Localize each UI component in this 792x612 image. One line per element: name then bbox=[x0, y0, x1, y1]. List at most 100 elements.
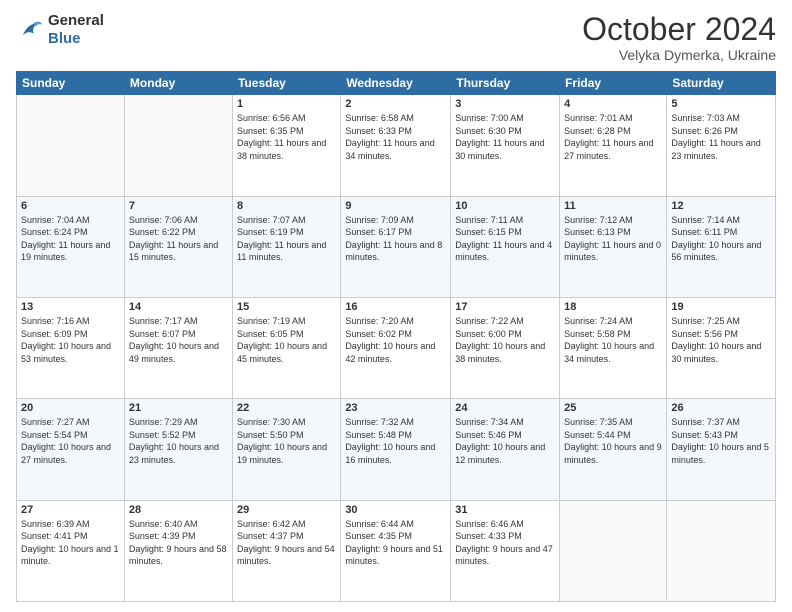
table-row: 22 Sunrise: 7:30 AMSunset: 5:50 PMDayligh… bbox=[233, 399, 341, 500]
day-number: 2 bbox=[345, 98, 446, 110]
day-number: 31 bbox=[455, 504, 555, 516]
day-number: 28 bbox=[129, 504, 228, 516]
day-info: Sunrise: 7:29 AMSunset: 5:52 PMDaylight:… bbox=[129, 416, 228, 466]
header-thursday: Thursday bbox=[451, 72, 560, 95]
day-number: 6 bbox=[21, 200, 120, 212]
logo-text: General Blue bbox=[48, 12, 104, 48]
logo-general: General bbox=[48, 12, 104, 30]
header-wednesday: Wednesday bbox=[341, 72, 451, 95]
table-row: 4 Sunrise: 7:01 AMSunset: 6:28 PMDaylight… bbox=[560, 95, 667, 196]
day-info: Sunrise: 7:35 AMSunset: 5:44 PMDaylight:… bbox=[564, 416, 662, 466]
day-number: 25 bbox=[564, 402, 662, 414]
table-row: 25 Sunrise: 7:35 AMSunset: 5:44 PMDayligh… bbox=[560, 399, 667, 500]
day-info: Sunrise: 7:11 AMSunset: 6:15 PMDaylight:… bbox=[455, 214, 555, 264]
day-number: 19 bbox=[671, 301, 771, 313]
table-row: 11 Sunrise: 7:12 AMSunset: 6:13 PMDayligh… bbox=[560, 196, 667, 297]
day-info: Sunrise: 7:03 AMSunset: 6:26 PMDaylight:… bbox=[671, 112, 771, 162]
header-saturday: Saturday bbox=[667, 72, 776, 95]
table-row: 15Sunrise: 7:19 AMSunset: 6:05 PMDayligh… bbox=[233, 297, 341, 398]
day-number: 30 bbox=[345, 504, 446, 516]
table-row: 26 Sunrise: 7:37 AMSunset: 5:43 PMDayligh… bbox=[667, 399, 776, 500]
day-number: 9 bbox=[345, 200, 446, 212]
day-info: Sunrise: 7:01 AMSunset: 6:28 PMDaylight:… bbox=[564, 112, 662, 162]
day-info: Sunrise: 7:12 AMSunset: 6:13 PMDaylight:… bbox=[564, 214, 662, 264]
day-number: 26 bbox=[671, 402, 771, 414]
calendar-week-row: 6 Sunrise: 7:04 AMSunset: 6:24 PMDaylight… bbox=[17, 196, 776, 297]
page: General Blue October 2024 Velyka Dymerka… bbox=[0, 0, 792, 612]
table-row: 6 Sunrise: 7:04 AMSunset: 6:24 PMDaylight… bbox=[17, 196, 125, 297]
calendar-week-row: 20 Sunrise: 7:27 AMSunset: 5:54 PMDayligh… bbox=[17, 399, 776, 500]
table-row: 3 Sunrise: 7:00 AMSunset: 6:30 PMDaylight… bbox=[451, 95, 560, 196]
table-row: 16 Sunrise: 7:20 AMSunset: 6:02 PMDayligh… bbox=[341, 297, 451, 398]
table-row: 5 Sunrise: 7:03 AMSunset: 6:26 PMDaylight… bbox=[667, 95, 776, 196]
month-title: October 2024 bbox=[582, 12, 776, 47]
day-info: Sunrise: 7:20 AMSunset: 6:02 PMDaylight:… bbox=[345, 315, 446, 365]
day-number: 3 bbox=[455, 98, 555, 110]
day-info: Sunrise: 7:16 AMSunset: 6:09 PMDaylight:… bbox=[21, 315, 120, 365]
table-row: 21 Sunrise: 7:29 AMSunset: 5:52 PMDayligh… bbox=[124, 399, 232, 500]
table-row: 19 Sunrise: 7:25 AMSunset: 5:56 PMDayligh… bbox=[667, 297, 776, 398]
day-info: Sunrise: 6:42 AMSunset: 4:37 PMDaylight:… bbox=[237, 518, 336, 568]
location-subtitle: Velyka Dymerka, Ukraine bbox=[582, 47, 776, 63]
table-row: 18 Sunrise: 7:24 AMSunset: 5:58 PMDayligh… bbox=[560, 297, 667, 398]
calendar-week-row: 27 Sunrise: 6:39 AMSunset: 4:41 PMDayligh… bbox=[17, 500, 776, 601]
table-row: 30 Sunrise: 6:44 AMSunset: 4:35 PMDayligh… bbox=[341, 500, 451, 601]
day-info: Sunrise: 7:30 AMSunset: 5:50 PMDaylight:… bbox=[237, 416, 336, 466]
logo: General Blue bbox=[16, 12, 104, 48]
day-info: Sunrise: 6:44 AMSunset: 4:35 PMDaylight:… bbox=[345, 518, 446, 568]
logo-blue: Blue bbox=[48, 30, 104, 48]
day-number: 23 bbox=[345, 402, 446, 414]
day-info: Sunrise: 6:40 AMSunset: 4:39 PMDaylight:… bbox=[129, 518, 228, 568]
table-row bbox=[667, 500, 776, 601]
header-friday: Friday bbox=[560, 72, 667, 95]
table-row: 28 Sunrise: 6:40 AMSunset: 4:39 PMDayligh… bbox=[124, 500, 232, 601]
table-row: 7Sunrise: 7:06 AMSunset: 6:22 PMDaylight… bbox=[124, 196, 232, 297]
day-info: Sunrise: 6:56 AMSunset: 6:35 PMDaylight:… bbox=[237, 112, 336, 162]
table-row: 20 Sunrise: 7:27 AMSunset: 5:54 PMDayligh… bbox=[17, 399, 125, 500]
table-row bbox=[124, 95, 232, 196]
day-number: 11 bbox=[564, 200, 662, 212]
day-number: 27 bbox=[21, 504, 120, 516]
day-number: 4 bbox=[564, 98, 662, 110]
table-row: 27 Sunrise: 6:39 AMSunset: 4:41 PMDayligh… bbox=[17, 500, 125, 601]
logo-icon bbox=[16, 16, 44, 44]
day-number: 12 bbox=[671, 200, 771, 212]
day-number: 1 bbox=[237, 98, 336, 110]
day-number: 22 bbox=[237, 402, 336, 414]
day-info: Sunrise: 7:14 AMSunset: 6:11 PMDaylight:… bbox=[671, 214, 771, 264]
table-row: 1 Sunrise: 6:56 AMSunset: 6:35 PMDaylight… bbox=[233, 95, 341, 196]
day-number: 8 bbox=[237, 200, 336, 212]
day-info: Sunrise: 7:00 AMSunset: 6:30 PMDaylight:… bbox=[455, 112, 555, 162]
table-row: 9Sunrise: 7:09 AMSunset: 6:17 PMDaylight… bbox=[341, 196, 451, 297]
table-row: 12 Sunrise: 7:14 AMSunset: 6:11 PMDayligh… bbox=[667, 196, 776, 297]
day-info: Sunrise: 7:25 AMSunset: 5:56 PMDaylight:… bbox=[671, 315, 771, 365]
day-number: 20 bbox=[21, 402, 120, 414]
day-info: Sunrise: 7:17 AMSunset: 6:07 PMDaylight:… bbox=[129, 315, 228, 365]
table-row: 24Sunrise: 7:34 AMSunset: 5:46 PMDayligh… bbox=[451, 399, 560, 500]
calendar-week-row: 1 Sunrise: 6:56 AMSunset: 6:35 PMDaylight… bbox=[17, 95, 776, 196]
day-number: 16 bbox=[345, 301, 446, 313]
day-number: 24 bbox=[455, 402, 555, 414]
day-number: 5 bbox=[671, 98, 771, 110]
day-info: Sunrise: 6:39 AMSunset: 4:41 PMDaylight:… bbox=[21, 518, 120, 568]
table-row: 10 Sunrise: 7:11 AMSunset: 6:15 PMDayligh… bbox=[451, 196, 560, 297]
header: General Blue October 2024 Velyka Dymerka… bbox=[16, 12, 776, 63]
day-info: Sunrise: 7:27 AMSunset: 5:54 PMDaylight:… bbox=[21, 416, 120, 466]
table-row: 8Sunrise: 7:07 AMSunset: 6:19 PMDaylight… bbox=[233, 196, 341, 297]
table-row: 14 Sunrise: 7:17 AMSunset: 6:07 PMDayligh… bbox=[124, 297, 232, 398]
day-info: Sunrise: 7:37 AMSunset: 5:43 PMDaylight:… bbox=[671, 416, 771, 466]
title-area: October 2024 Velyka Dymerka, Ukraine bbox=[582, 12, 776, 63]
table-row: 17Sunrise: 7:22 AMSunset: 6:00 PMDayligh… bbox=[451, 297, 560, 398]
calendar-table: Sunday Monday Tuesday Wednesday Thursday… bbox=[16, 71, 776, 602]
day-number: 14 bbox=[129, 301, 228, 313]
table-row bbox=[17, 95, 125, 196]
day-info: Sunrise: 7:04 AMSunset: 6:24 PMDaylight:… bbox=[21, 214, 120, 264]
day-info: Sunrise: 7:22 AMSunset: 6:00 PMDaylight:… bbox=[455, 315, 555, 365]
day-number: 18 bbox=[564, 301, 662, 313]
table-row: 23Sunrise: 7:32 AMSunset: 5:48 PMDayligh… bbox=[341, 399, 451, 500]
header-monday: Monday bbox=[124, 72, 232, 95]
day-info: Sunrise: 7:06 AMSunset: 6:22 PMDaylight:… bbox=[129, 214, 228, 264]
day-number: 21 bbox=[129, 402, 228, 414]
day-number: 10 bbox=[455, 200, 555, 212]
day-info: Sunrise: 7:24 AMSunset: 5:58 PMDaylight:… bbox=[564, 315, 662, 365]
